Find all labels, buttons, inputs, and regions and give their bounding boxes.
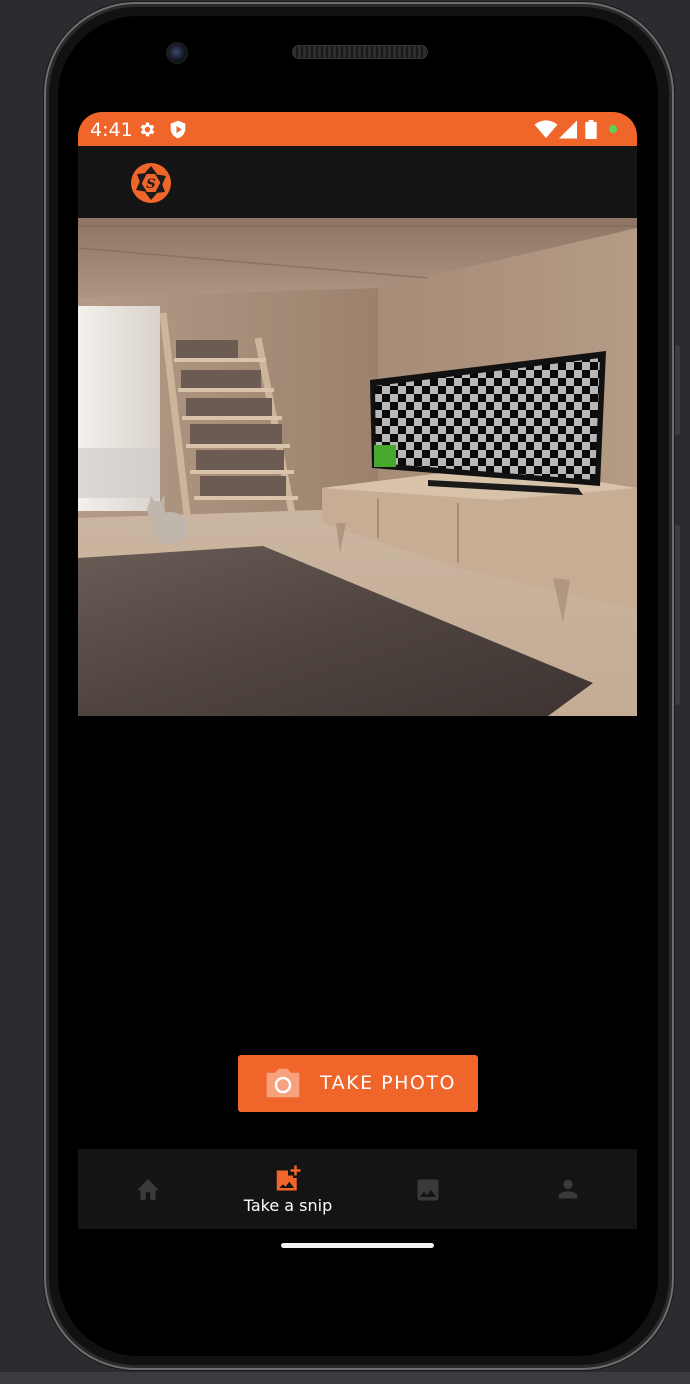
emulator-bottom-strip — [0, 1372, 690, 1384]
volume-rocker[interactable] — [674, 525, 680, 705]
notification-dot-icon — [609, 125, 617, 133]
profile-icon — [558, 1179, 578, 1199]
earpiece-speaker — [292, 45, 428, 59]
front-camera-icon — [166, 42, 188, 64]
emulator-stage: 4:41 S TAKE PHOTO Take a snip — [0, 0, 690, 1384]
take-photo-label: TAKE PHOTO — [320, 1072, 456, 1094]
nav-item-take-a-snip[interactable]: Take a snip — [218, 1149, 358, 1229]
nav-label-take-a-snip: Take a snip — [243, 1196, 333, 1215]
settings-gear-icon — [140, 122, 155, 137]
photo-preview — [78, 218, 637, 716]
nav-item-home[interactable] — [78, 1149, 218, 1229]
home-indicator[interactable] — [281, 1243, 434, 1248]
device-screen: 4:41 S TAKE PHOTO Take a snip — [78, 112, 637, 1262]
camera-icon — [266, 1068, 300, 1098]
bottom-navigation: Take a snip — [78, 1149, 637, 1229]
home-icon — [137, 1179, 159, 1200]
gallery-icon — [417, 1179, 439, 1201]
battery-icon — [585, 120, 597, 139]
status-time: 4:41 — [90, 119, 133, 141]
nav-item-gallery[interactable] — [358, 1149, 498, 1229]
add-photo-icon — [276, 1165, 301, 1191]
status-bar: 4:41 — [78, 112, 637, 146]
take-photo-button[interactable]: TAKE PHOTO — [238, 1055, 478, 1112]
app-logo-icon[interactable]: S — [130, 162, 172, 204]
wifi-icon — [534, 120, 558, 139]
shield-icon — [170, 120, 186, 139]
app-logo-letter: S — [146, 177, 155, 192]
signal-icon — [559, 120, 577, 139]
nav-item-profile[interactable] — [498, 1149, 637, 1229]
power-button[interactable] — [674, 345, 680, 435]
